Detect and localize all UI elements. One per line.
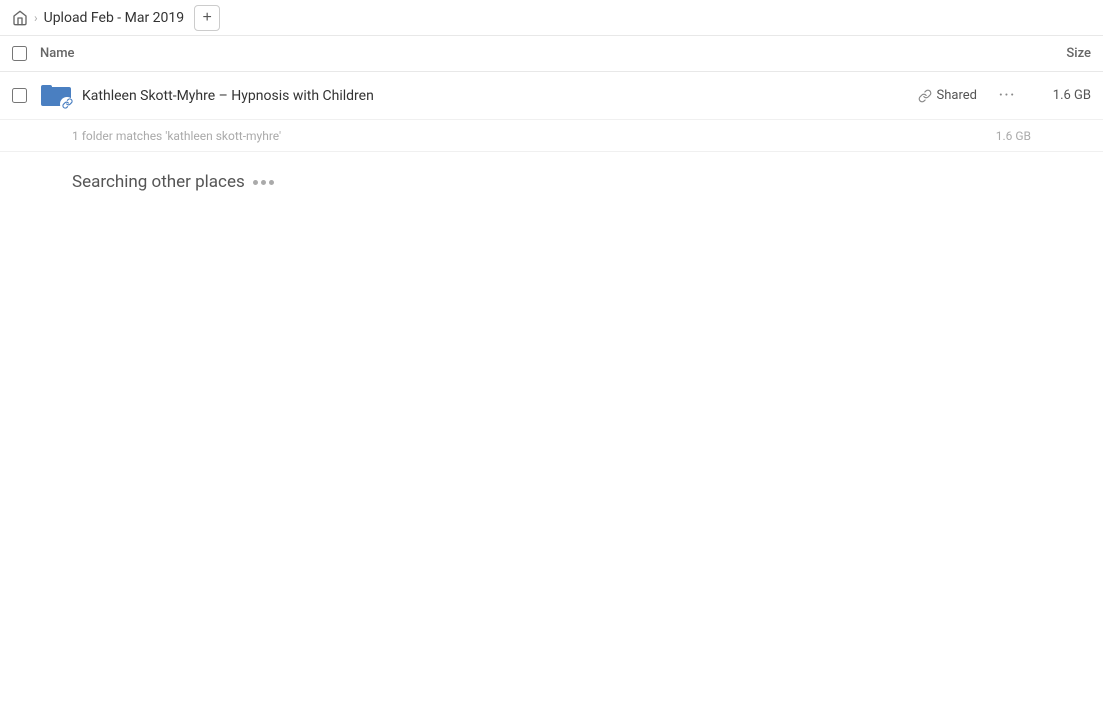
file-row[interactable]: Kathleen Skott-Myhre – Hypnosis with Chi… xyxy=(0,72,1103,120)
column-name-header: Name xyxy=(40,46,1011,61)
searching-label: Searching other places xyxy=(72,172,1031,192)
dot-1 xyxy=(253,180,258,185)
searching-text: Searching other places xyxy=(72,172,245,192)
searching-section: Searching other places xyxy=(0,152,1103,212)
more-options-button[interactable]: ··· xyxy=(993,82,1021,110)
header-checkbox-area[interactable] xyxy=(12,46,40,61)
select-all-checkbox[interactable] xyxy=(12,46,27,61)
file-size: 1.6 GB xyxy=(1031,88,1091,103)
link-overlay-icon xyxy=(60,97,74,111)
shared-label-wrap: Shared xyxy=(918,88,977,103)
match-info-size: 1.6 GB xyxy=(971,129,1031,143)
share-link-icon xyxy=(918,89,932,103)
breadcrumb-title: Upload Feb - Mar 2019 xyxy=(44,10,185,26)
file-checkbox-area[interactable] xyxy=(12,88,40,103)
add-button[interactable]: + xyxy=(194,5,220,31)
file-name: Kathleen Skott-Myhre – Hypnosis with Chi… xyxy=(72,88,918,104)
breadcrumb-bar: › Upload Feb - Mar 2019 + xyxy=(0,0,1103,36)
dot-2 xyxy=(261,180,266,185)
match-info-text: 1 folder matches 'kathleen skott-myhre' xyxy=(72,129,971,143)
column-header: Name Size xyxy=(0,36,1103,72)
dot-3 xyxy=(269,180,274,185)
match-info-row: 1 folder matches 'kathleen skott-myhre' … xyxy=(0,120,1103,152)
loading-dots xyxy=(253,180,274,185)
breadcrumb-chevron: › xyxy=(34,11,38,25)
folder-icon-wrap xyxy=(40,82,72,110)
shared-text: Shared xyxy=(937,88,977,103)
column-size-header: Size xyxy=(1011,46,1091,61)
file-checkbox[interactable] xyxy=(12,88,27,103)
home-icon[interactable] xyxy=(12,10,28,26)
